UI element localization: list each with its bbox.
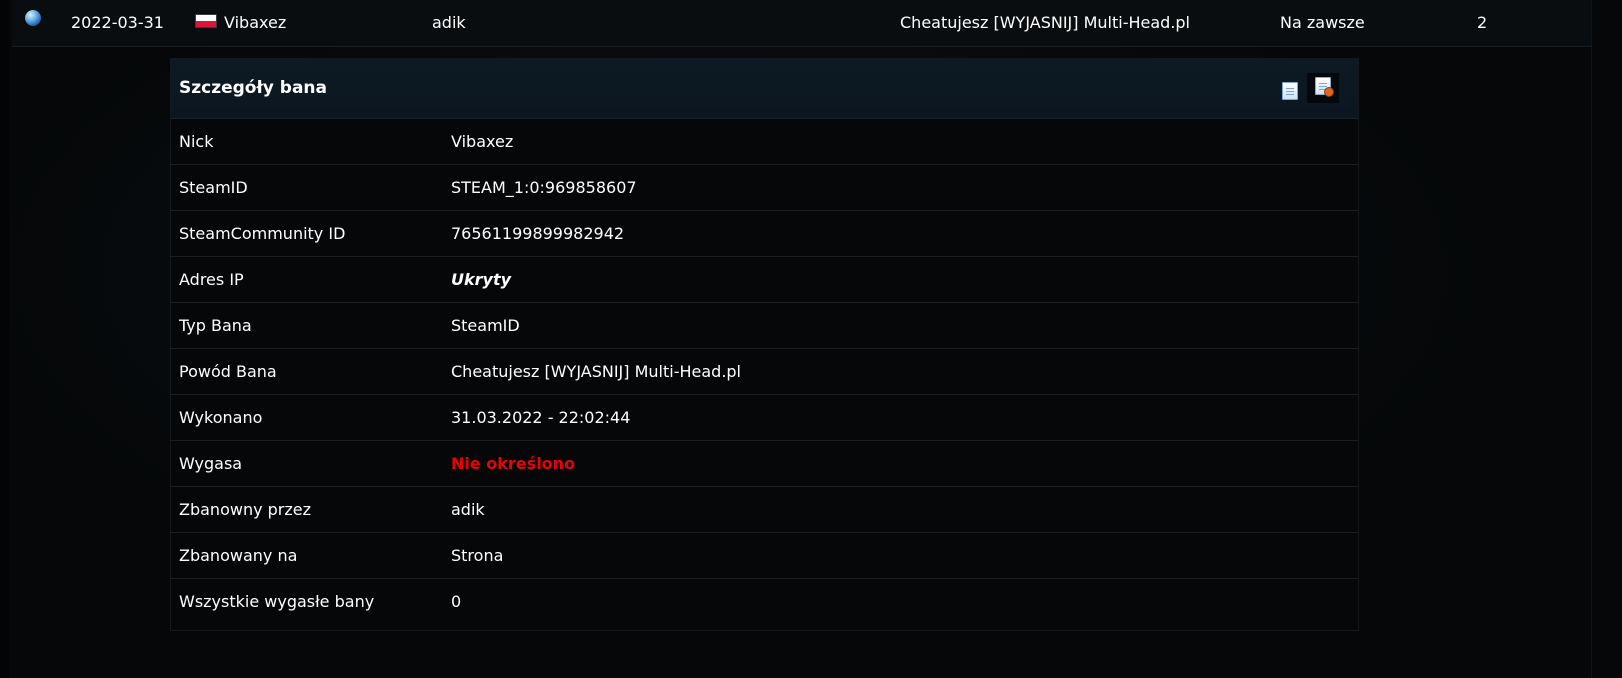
detail-row-steamcommunity-id: SteamCommunity ID 76561199899982942	[171, 211, 1358, 257]
detail-row-expired-bans: Wszystkie wygasłe bany 0	[171, 579, 1358, 625]
page: 2022-03-31 Vibaxez adik Cheatujesz [WYJA…	[0, 0, 1622, 678]
detail-value: Ukryty	[451, 270, 512, 289]
detail-row-executed: Wykonano 31.03.2022 - 22:02:44	[171, 395, 1358, 441]
detail-row-nick: Nick Vibaxez	[171, 119, 1358, 165]
detail-label: SteamID	[179, 178, 248, 197]
detail-label: Adres IP	[179, 270, 244, 289]
details-table: Nick Vibaxez SteamID STEAM_1:0:969858607…	[171, 119, 1358, 625]
ban-player: Vibaxez	[224, 13, 287, 32]
ban-date: 2022-03-31	[71, 13, 164, 32]
ban-admin: adik	[432, 13, 466, 32]
ban-count: 2	[1477, 13, 1488, 32]
detail-label: Nick	[179, 132, 214, 151]
detail-value: SteamID	[451, 316, 520, 335]
detail-row-banned-on: Zbanowany na Strona	[171, 533, 1358, 579]
left-edge	[0, 0, 9, 678]
detail-row-ban-reason: Powód Bana Cheatujesz [WYJASNIJ] Multi-H…	[171, 349, 1358, 395]
detail-value: 31.03.2022 - 22:02:44	[451, 408, 631, 427]
detail-value: adik	[451, 500, 485, 519]
poland-flag-icon	[195, 14, 217, 28]
detail-row-steamid: SteamID STEAM_1:0:969858607	[171, 165, 1358, 211]
edit-button[interactable]	[1307, 73, 1339, 103]
globe-icon	[25, 10, 41, 26]
panel-header: Szczegóły bana	[171, 59, 1358, 119]
detail-row-ban-type: Typ Bana SteamID	[171, 303, 1358, 349]
panel-title: Szczegóły bana	[179, 78, 328, 98]
detail-row-banned-by: Zbanowny przez adik	[171, 487, 1358, 533]
ban-reason: Cheatujesz [WYJASNIJ] Multi-Head.pl	[900, 13, 1190, 32]
ban-list-row[interactable]: 2022-03-31 Vibaxez adik Cheatujesz [WYJA…	[12, 0, 1591, 47]
detail-value: Vibaxez	[451, 132, 514, 151]
ban-length: Na zawsze	[1280, 13, 1365, 32]
detail-value: Cheatujesz [WYJASNIJ] Multi-Head.pl	[451, 362, 741, 381]
detail-label: Typ Bana	[179, 316, 252, 335]
detail-value: Nie określono	[451, 454, 576, 473]
detail-row-ip-address: Adres IP Ukryty	[171, 257, 1358, 303]
detail-label: Wygasa	[179, 454, 243, 473]
detail-label: SteamCommunity ID	[179, 224, 346, 243]
document-icon[interactable]	[1282, 82, 1298, 100]
ban-details-panel: Szczegóły bana Nick Vibaxez SteamID STEA…	[170, 58, 1359, 631]
detail-label: Wykonano	[179, 408, 263, 427]
detail-value: 76561199899982942	[451, 224, 625, 243]
detail-label: Zbanowny przez	[179, 500, 312, 519]
detail-value: Strona	[451, 546, 504, 565]
detail-label: Powód Bana	[179, 362, 277, 381]
edit-document-icon	[1315, 77, 1334, 97]
right-divider	[1591, 0, 1592, 678]
detail-label: Wszystkie wygasłe bany	[179, 592, 375, 611]
detail-value: STEAM_1:0:969858607	[451, 178, 637, 197]
detail-label: Zbanowany na	[179, 546, 298, 565]
detail-row-expires: Wygasa Nie określono	[171, 441, 1358, 487]
detail-value: 0	[451, 592, 462, 611]
